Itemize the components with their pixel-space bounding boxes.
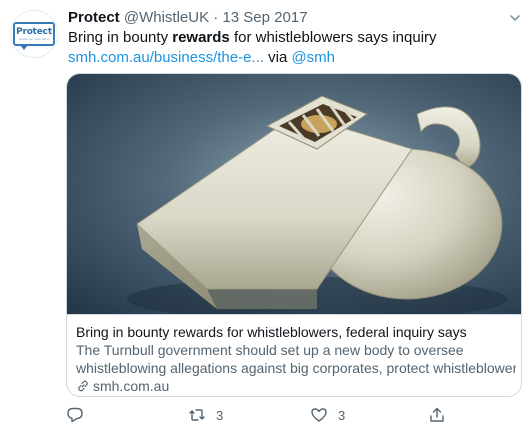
reply-icon bbox=[67, 407, 83, 423]
heart-icon bbox=[311, 408, 327, 422]
tweet-date[interactable]: 13 Sep 2017 bbox=[222, 9, 307, 26]
like-count: 3 bbox=[338, 407, 346, 423]
card-description-line2: whistleblowing allegations against big c… bbox=[76, 360, 516, 376]
author-handle[interactable]: @WhistleUK bbox=[124, 9, 209, 26]
retweet-button[interactable]: 3 bbox=[188, 406, 223, 424]
header-separator: · bbox=[213, 9, 219, 26]
avatar[interactable]: Protect speak up, stop harm bbox=[10, 10, 58, 58]
card-image[interactable] bbox=[67, 74, 521, 321]
tweet-actions: 3 3 bbox=[0, 406, 532, 430]
tweet[interactable]: Protect speak up, stop harm Protect @Whi… bbox=[0, 0, 532, 432]
tweet-text-before: Bring in bounty bbox=[68, 29, 173, 46]
mention-link[interactable]: @smh bbox=[291, 49, 335, 66]
card-domain-text: smh.com.au bbox=[93, 378, 170, 394]
card-domain: smh.com.au bbox=[76, 377, 169, 395]
logo-speech-tail bbox=[20, 45, 28, 50]
logo-text: Protect bbox=[16, 26, 52, 37]
author-name[interactable]: Protect bbox=[68, 9, 120, 26]
retweet-count: 3 bbox=[216, 407, 224, 423]
card-title: Bring in bounty rewards for whistleblowe… bbox=[76, 324, 467, 340]
chevron-down-icon[interactable] bbox=[506, 9, 524, 27]
card-body[interactable]: Bring in bounty rewards for whistleblowe… bbox=[67, 314, 521, 396]
whistle-illustration-icon bbox=[67, 74, 521, 321]
card-description-line1: The Turnbull government should set up a … bbox=[76, 342, 464, 358]
protect-logo-icon: Protect speak up, stop harm bbox=[13, 22, 55, 50]
tweet-text-after: for whistleblowers says inquiry bbox=[229, 29, 437, 46]
link-icon bbox=[78, 380, 88, 392]
tweet-text-bold: rewards bbox=[172, 29, 230, 46]
link-card[interactable]: Bring in bounty rewards for whistleblowe… bbox=[66, 73, 522, 397]
like-button[interactable]: 3 bbox=[310, 406, 345, 424]
logo-subtext: speak up, stop harm bbox=[18, 36, 50, 41]
tweet-link[interactable]: smh.com.au/business/the-e... bbox=[68, 49, 264, 66]
tweet-header: Protect @WhistleUK · 13 Sep 2017 bbox=[68, 8, 308, 28]
reply-button[interactable] bbox=[66, 406, 84, 424]
share-button[interactable] bbox=[428, 406, 446, 424]
tweet-text: Bring in bounty rewards for whistleblowe… bbox=[68, 28, 437, 48]
retweet-icon bbox=[189, 409, 205, 421]
via-text: via bbox=[263, 49, 292, 66]
share-icon bbox=[430, 407, 444, 422]
tweet-link-line: smh.com.au/business/the-e... via @smh bbox=[68, 48, 335, 68]
card-description: The Turnbull government should set up a … bbox=[76, 341, 516, 377]
